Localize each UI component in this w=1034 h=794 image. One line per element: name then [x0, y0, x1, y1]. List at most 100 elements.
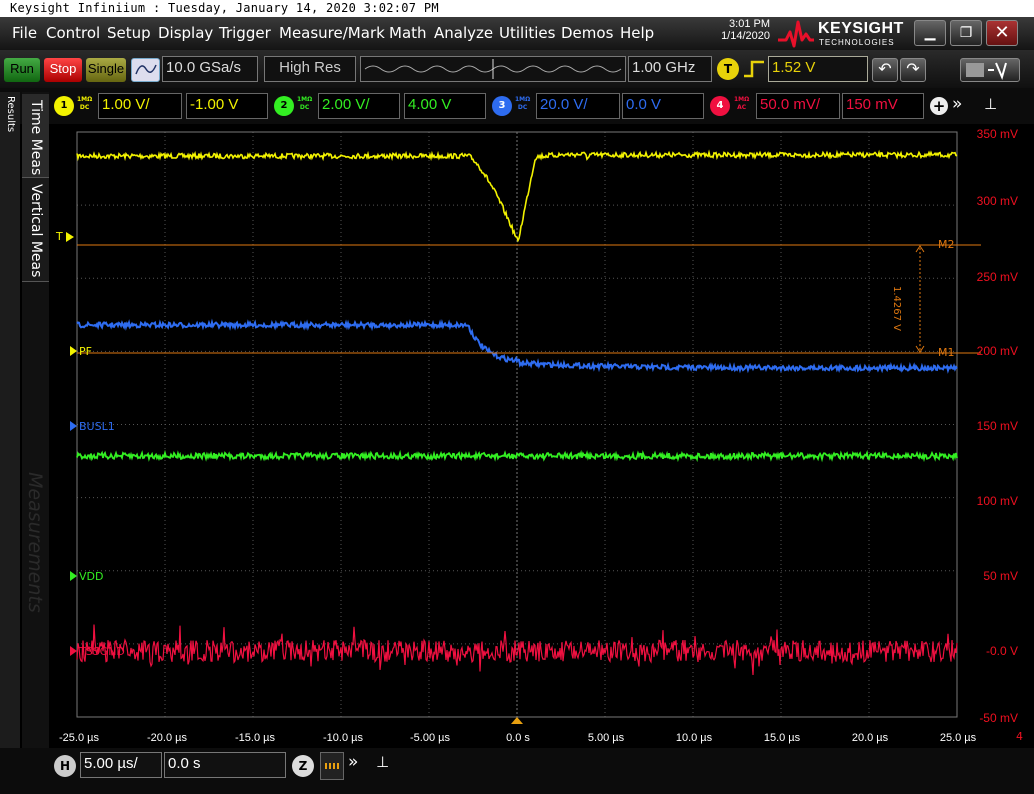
- graticule: [76, 131, 958, 718]
- channel-2-badge[interactable]: 2: [274, 96, 294, 116]
- waveform-overview[interactable]: [360, 56, 626, 82]
- single-button[interactable]: Single: [86, 58, 126, 82]
- touch-toggle-button[interactable]: [960, 58, 1020, 82]
- double-chevron-right-icon: »: [348, 752, 359, 772]
- autoscale-icon: [135, 64, 157, 75]
- tab-time-meas-label: Time Meas: [28, 100, 44, 176]
- results-tab[interactable]: Results: [5, 96, 16, 132]
- undo-button[interactable]: ↶: [872, 58, 898, 82]
- horizontal-badge[interactable]: H: [54, 755, 76, 777]
- x-axis-label: 25.0 µs: [939, 732, 977, 744]
- acquisition-mode-field[interactable]: High Res: [264, 56, 356, 82]
- right-axis-label: 150 mV: [976, 419, 1018, 433]
- trace-label-pf[interactable]: PF: [79, 345, 92, 358]
- overview-waveform-icon: [364, 59, 622, 79]
- stop-button[interactable]: Stop: [44, 58, 82, 82]
- menu-setup[interactable]: Setup: [107, 24, 151, 42]
- pin-horizontal-button[interactable]: ⊥: [376, 753, 389, 771]
- rising-edge-icon[interactable]: [742, 58, 766, 80]
- channel-4-coupling: 1MΩ AC: [734, 96, 750, 111]
- add-channel-button[interactable]: +: [930, 97, 948, 115]
- close-button[interactable]: ✕: [986, 20, 1018, 46]
- trace-label-tssgnd[interactable]: TSSGND: [79, 645, 125, 658]
- results-panel: Results: [0, 92, 20, 756]
- x-axis-label: -15.0 µs: [235, 732, 275, 744]
- channel-2-waveform: [76, 449, 958, 463]
- menu-utilities[interactable]: Utilities: [499, 24, 555, 42]
- menu-help[interactable]: Help: [620, 24, 654, 42]
- maximize-button[interactable]: ❐: [950, 20, 982, 46]
- right-axis-label: 250 mV: [976, 270, 1018, 284]
- tab-time-meas[interactable]: Time Meas: [22, 94, 49, 178]
- channel-1-offset[interactable]: -1.00 V: [186, 93, 268, 119]
- clock-time: 3:01 PM: [729, 18, 770, 30]
- pin-icon: ⊥: [376, 753, 390, 771]
- channel-2-scale[interactable]: 2.00 V/: [318, 93, 400, 119]
- keysight-logo-icon: [778, 20, 814, 48]
- zoom-slider-button[interactable]: [320, 752, 344, 780]
- traces: [66, 149, 981, 724]
- pin-button[interactable]: ⊥: [984, 95, 997, 113]
- channel-3-scale[interactable]: 20.0 V/: [536, 93, 620, 119]
- timebase-field[interactable]: 5.00 µs/: [80, 752, 162, 778]
- channel-2-offset[interactable]: 4.00 V: [404, 93, 486, 119]
- channel-1-ground-marker: [70, 346, 77, 356]
- menu-file[interactable]: File: [12, 24, 37, 42]
- waveform-canvas[interactable]: [50, 124, 1034, 756]
- x-axis-label: 10.0 µs: [675, 732, 713, 744]
- touch-toggle-icon: [966, 62, 1007, 80]
- marker-m1-label[interactable]: M1: [938, 346, 955, 359]
- menu-demos[interactable]: Demos: [561, 24, 613, 42]
- trigger-level-field[interactable]: 1.52 V: [768, 56, 868, 82]
- plus-icon: +: [932, 97, 946, 115]
- trace-label-busl1[interactable]: BUSL1: [79, 420, 115, 433]
- minimize-button[interactable]: ▁: [914, 20, 946, 46]
- channel-3-badge[interactable]: 3: [492, 96, 512, 116]
- channel-4-badge[interactable]: 4: [710, 96, 730, 116]
- x-axis-label: 20.0 µs: [851, 732, 889, 744]
- channel-4-ground-marker: [70, 646, 77, 656]
- channel-3-offset[interactable]: 0.0 V: [622, 93, 704, 119]
- window-title: Keysight Infiniium : Tuesday, January 14…: [0, 0, 1034, 17]
- menu-measure-mark[interactable]: Measure/Mark: [279, 24, 385, 42]
- undo-icon: ↶: [878, 61, 892, 78]
- channel-1-badge[interactable]: 1: [54, 96, 74, 116]
- trace-label-vdd[interactable]: VDD: [79, 570, 103, 583]
- channel-2-ground-marker: [70, 571, 77, 581]
- tab-vertical-meas-label: Vertical Meas: [28, 184, 44, 278]
- redo-icon: ↷: [906, 61, 920, 78]
- run-button[interactable]: Run: [4, 58, 40, 82]
- sample-rate-field[interactable]: 10.0 GSa/s: [162, 56, 258, 82]
- trigger-badge[interactable]: T: [717, 58, 739, 80]
- channel-3-ground-marker: [70, 421, 77, 431]
- expand-channels-button[interactable]: »: [952, 94, 962, 114]
- marker-m2-label[interactable]: M2: [938, 238, 955, 251]
- channel-3-coupling: 1MΩ DC: [515, 96, 531, 111]
- right-axis-label: 50 mV: [983, 569, 1018, 583]
- menu-display[interactable]: Display: [158, 24, 213, 42]
- clock: 3:01 PM 1/14/2020: [700, 18, 770, 42]
- menu-trigger[interactable]: Trigger: [219, 24, 271, 42]
- channel-4-scale[interactable]: 50.0 mV/: [756, 93, 840, 119]
- clock-date: 1/14/2020: [721, 30, 770, 42]
- right-axis-label: -0.0 V: [985, 644, 1018, 658]
- marker-delta-readout: 1.4267 V: [891, 286, 902, 332]
- channel-1-scale[interactable]: 1.00 V/: [98, 93, 182, 119]
- minimize-icon: ▁: [924, 25, 936, 41]
- menu-control[interactable]: Control: [46, 24, 100, 42]
- channel-4-offset[interactable]: 150 mV: [842, 93, 924, 119]
- bandwidth-field[interactable]: 1.00 GHz: [628, 56, 712, 82]
- channel-1-coupling: 1MΩ DC: [77, 96, 93, 111]
- horizontal-position-field[interactable]: 0.0 s: [164, 752, 286, 778]
- waveform-display[interactable]: 350 mV 300 mV 250 mV 200 mV 150 mV 100 m…: [50, 124, 1034, 756]
- measurements-watermark: Measurements: [24, 472, 46, 613]
- zoom-badge[interactable]: Z: [292, 755, 314, 777]
- autoscale-button[interactable]: [131, 58, 160, 82]
- redo-button[interactable]: ↷: [900, 58, 926, 82]
- tab-vertical-meas[interactable]: Vertical Meas: [22, 178, 49, 282]
- expand-horizontal-button[interactable]: »: [348, 752, 358, 772]
- trigger-level-marker[interactable]: T: [56, 230, 63, 243]
- menu-analyze[interactable]: Analyze: [434, 24, 493, 42]
- menu-math[interactable]: Math: [389, 24, 427, 42]
- x-axis-label: -5.00 µs: [410, 732, 450, 744]
